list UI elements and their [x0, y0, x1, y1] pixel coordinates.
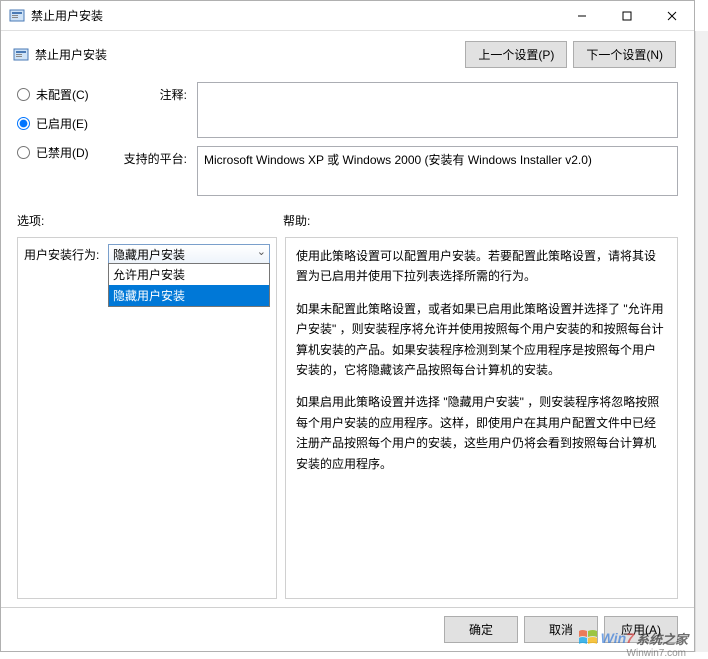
outer-scrollbar[interactable]	[695, 31, 708, 652]
section-labels: 选项: 帮助:	[1, 204, 694, 233]
radio-not-configured-label: 未配置(C)	[36, 86, 89, 103]
help-paragraph-2: 如果未配置此策略设置，或者如果已启用此策略设置并选择了 "允许用户安装" ，则安…	[296, 299, 667, 381]
policy-editor-window: 禁止用户安装 禁止用户安装 上一个设置(P) 下一个设置(N) 未配置(C) 已…	[0, 0, 695, 652]
lower-section: 用户安装行为: 隐藏用户安装 允许用户安装 隐藏用户安装 使用此策略设置可以配置…	[1, 233, 694, 607]
behavior-dropdown-list: 允许用户安装 隐藏用户安装	[108, 263, 270, 307]
close-button[interactable]	[649, 1, 694, 30]
radio-enabled-label: 已启用(E)	[36, 115, 88, 132]
config-section: 未配置(C) 已启用(E) 已禁用(D) 注释: 支持的平台: Microsof…	[1, 78, 694, 204]
help-paragraph-1: 使用此策略设置可以配置用户安装。若要配置此策略设置，请将其设置为已启用并使用下拉…	[296, 246, 667, 287]
policy-icon	[13, 47, 29, 63]
comment-textarea[interactable]	[197, 82, 678, 138]
watermark-url: Winwin7.com	[627, 648, 686, 659]
next-setting-button[interactable]: 下一个设置(N)	[573, 41, 676, 68]
radio-not-configured[interactable]: 未配置(C)	[17, 86, 107, 103]
previous-setting-button[interactable]: 上一个设置(P)	[465, 41, 567, 68]
supported-platform-box: Microsoft Windows XP 或 Windows 2000 (安装有…	[197, 146, 678, 196]
state-radio-group: 未配置(C) 已启用(E) 已禁用(D)	[17, 82, 107, 196]
ok-button[interactable]: 确定	[444, 616, 518, 643]
header-row: 禁止用户安装 上一个设置(P) 下一个设置(N)	[1, 31, 694, 78]
bottom-bar: 确定 取消 应用(A) Win7 系统之家 Winwin7.com	[1, 607, 694, 651]
dropdown-item-allow[interactable]: 允许用户安装	[109, 264, 269, 285]
radio-disabled-label: 已禁用(D)	[36, 144, 89, 161]
radio-not-configured-input[interactable]	[17, 88, 30, 101]
apply-button[interactable]: 应用(A)	[604, 616, 678, 643]
comment-label: 注释:	[117, 82, 187, 138]
radio-disabled[interactable]: 已禁用(D)	[17, 144, 107, 161]
behavior-selected-value: 隐藏用户安装	[113, 246, 185, 263]
behavior-combobox[interactable]: 隐藏用户安装	[108, 244, 270, 264]
minimize-button[interactable]	[559, 1, 604, 30]
radio-enabled[interactable]: 已启用(E)	[17, 115, 107, 132]
dropdown-item-hide[interactable]: 隐藏用户安装	[109, 285, 269, 306]
options-section-label: 选项:	[17, 212, 283, 229]
radio-enabled-input[interactable]	[17, 117, 30, 130]
help-section-label: 帮助:	[283, 212, 310, 229]
window-title: 禁止用户安装	[31, 7, 559, 24]
radio-disabled-input[interactable]	[17, 146, 30, 159]
maximize-button[interactable]	[604, 1, 649, 30]
app-icon	[9, 8, 25, 24]
cancel-button[interactable]: 取消	[524, 616, 598, 643]
titlebar: 禁止用户安装	[1, 1, 694, 31]
help-panel: 使用此策略设置可以配置用户安装。若要配置此策略设置，请将其设置为已启用并使用下拉…	[285, 237, 678, 599]
platform-label: 支持的平台:	[117, 146, 187, 196]
policy-title: 禁止用户安装	[35, 46, 465, 63]
behavior-label: 用户安装行为:	[24, 246, 102, 263]
options-panel: 用户安装行为: 隐藏用户安装 允许用户安装 隐藏用户安装	[17, 237, 277, 599]
help-paragraph-3: 如果启用此策略设置并选择 "隐藏用户安装" ，则安装程序将忽略按照每个用户安装的…	[296, 392, 667, 474]
